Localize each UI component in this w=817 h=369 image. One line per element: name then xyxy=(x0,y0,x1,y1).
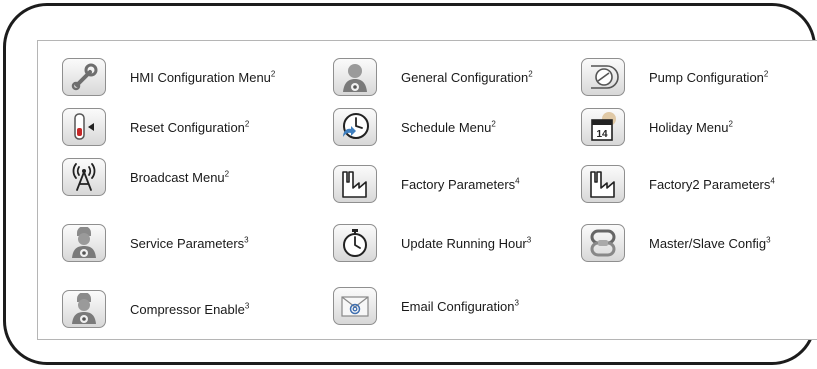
compressor-user-icon xyxy=(62,290,106,328)
menu-item-factory-parameters[interactable]: Factory Parameters4 xyxy=(333,165,520,203)
menu-item-label: Holiday Menu xyxy=(649,119,729,135)
menu-item-schedule-menu[interactable]: Schedule Menu2 xyxy=(333,108,496,146)
calendar-day: 14 xyxy=(596,129,608,140)
menu-item-email-configuration[interactable]: Email Configuration3 xyxy=(333,287,519,325)
menu-item-compressor-enable[interactable]: Compressor Enable3 xyxy=(62,290,249,328)
factory-icon xyxy=(581,165,625,203)
menu-item-label: Schedule Menu xyxy=(401,119,492,135)
wrench-icon xyxy=(62,58,106,96)
menu-item-label: Pump Configuration xyxy=(649,69,764,85)
menu-item-label: General Configuration xyxy=(401,69,529,85)
menu-item-broadcast-menu[interactable]: Broadcast Menu2 xyxy=(62,158,229,196)
broadcast-icon xyxy=(62,158,106,196)
menu-item-general-configuration[interactable]: General Configuration2 xyxy=(333,58,533,96)
menu-item-label: Broadcast Menu xyxy=(130,169,225,185)
menu-item-master-slave-config[interactable]: Master/Slave Config3 xyxy=(581,224,771,262)
menu-item-factory2-parameters[interactable]: Factory2 Parameters4 xyxy=(581,165,775,203)
menu-item-service-parameters[interactable]: Service Parameters3 xyxy=(62,224,249,262)
menu-item-label: Factory2 Parameters xyxy=(649,176,771,192)
chain-icon xyxy=(581,224,625,262)
menu-item-label: Compressor Enable xyxy=(130,301,245,317)
email-icon xyxy=(333,287,377,325)
menu-item-pump-configuration[interactable]: Pump Configuration2 xyxy=(581,58,768,96)
menu-item-label: Update Running Hour xyxy=(401,235,527,251)
menu-item-label: Email Configuration xyxy=(401,298,515,314)
menu-item-label: Service Parameters xyxy=(130,235,245,251)
clock-icon xyxy=(333,108,377,146)
menu-item-label: HMI Configuration Menu xyxy=(130,69,271,85)
menu-item-label: Reset Configuration xyxy=(130,119,245,135)
menu-item-update-running-hour[interactable]: Update Running Hour3 xyxy=(333,224,531,262)
calendar-icon: 14 xyxy=(581,108,625,146)
menu-item-hmi-configuration[interactable]: HMI Configuration Menu2 xyxy=(62,58,275,96)
stopwatch-icon xyxy=(333,224,377,262)
menu-item-label: Factory Parameters xyxy=(401,176,516,192)
pump-icon xyxy=(581,58,625,96)
menu-item-reset-configuration[interactable]: Reset Configuration2 xyxy=(62,108,249,146)
reset-icon xyxy=(62,108,106,146)
factory-icon xyxy=(333,165,377,203)
menu-item-label: Master/Slave Config xyxy=(649,235,767,251)
menu-item-holiday-menu[interactable]: 14 Holiday Menu2 xyxy=(581,108,733,146)
user-gear-icon xyxy=(333,58,377,96)
service-user-icon xyxy=(62,224,106,262)
